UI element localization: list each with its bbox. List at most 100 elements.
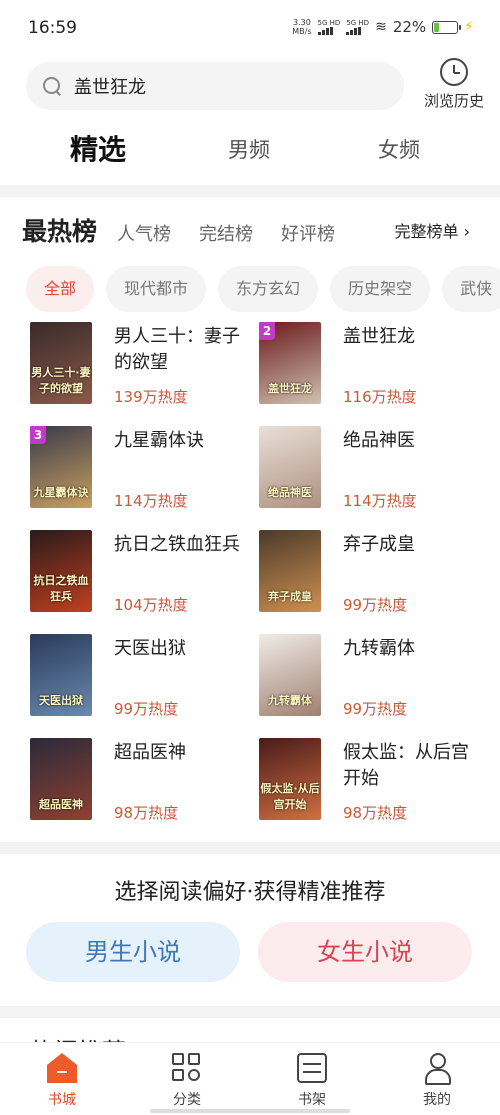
cover-title: 弃子成皇 (268, 590, 312, 603)
male-novels-button[interactable]: 男生小说 (26, 922, 240, 982)
book-heat: 99万热度 (114, 700, 179, 718)
user-icon (422, 1053, 452, 1085)
search-icon (42, 76, 62, 96)
category-chip[interactable]: 武侠 (442, 266, 500, 312)
category-chip[interactable]: 历史架空 (330, 266, 431, 312)
status-bar: 16:59 3.30 MB/s 5G HD 5G HD ≋ 22% ⚡ (0, 0, 500, 58)
nav-label: 书架 (298, 1092, 326, 1108)
cover-title: 盖世狂龙 (268, 382, 312, 395)
book-heat: 99万热度 (343, 596, 408, 614)
section-divider (0, 1006, 500, 1018)
book-title[interactable]: 绝品神医 (343, 428, 475, 454)
book-cover[interactable]: 假太监·从后宫开始 (259, 738, 321, 820)
home-indicator[interactable] (150, 1109, 350, 1113)
book-item[interactable]: 抗日之铁血狂兵 抗日之铁血狂兵 104万热度 (26, 530, 261, 622)
book-item[interactable]: 九转霸体 九转霸体 99万热度 (255, 634, 490, 726)
status-icons: 3.30 MB/s 5G HD 5G HD ≋ 22% ⚡ (292, 18, 474, 36)
book-cover[interactable]: 超品医神 (30, 738, 92, 820)
search-input[interactable]: 盖世狂龙 (26, 62, 404, 110)
book-title[interactable]: 假太监：从后宫开始 (343, 740, 475, 792)
network-speed-unit: MB/s (292, 27, 312, 36)
book-title[interactable]: 九星霸体诀 (114, 428, 246, 454)
network-speed-value: 3.30 (293, 18, 311, 27)
book-item[interactable]: 弃子成皇 弃子成皇 99万热度 (255, 530, 490, 622)
cover-title: 假太监·从后宫开始 (260, 782, 320, 811)
cover-title: 超品医神 (39, 798, 83, 811)
section-divider (0, 185, 500, 197)
signal-icon: 5G HD (346, 19, 369, 35)
book-title[interactable]: 超品医神 (114, 740, 246, 766)
tab-completed[interactable]: 完结榜 (199, 220, 253, 246)
section-divider (0, 842, 500, 854)
rank-badge: 2 (259, 322, 275, 340)
book-heat: 114万热度 (114, 492, 188, 510)
book-cover[interactable]: 绝品神医 (259, 426, 321, 508)
cover-title: 男人三十·妻子的欲望 (31, 366, 91, 395)
full-list-link[interactable]: 完整榜单 › (395, 218, 471, 242)
book-heat: 99万热度 (343, 700, 408, 718)
charging-icon: ⚡ (464, 19, 474, 35)
book-item[interactable]: 3 九星霸体诀 九星霸体诀 114万热度 (26, 426, 261, 518)
tab-featured[interactable]: 精选 (70, 128, 126, 168)
status-time: 16:59 (28, 18, 77, 38)
nav-bookstore[interactable]: 书城 (22, 1053, 102, 1109)
book-cover[interactable]: 男人三十·妻子的欲望 (30, 322, 92, 404)
book-item[interactable]: 超品医神 超品医神 98万热度 (26, 738, 261, 830)
book-item[interactable]: 假太监·从后宫开始 假太监：从后宫开始 98万热度 (255, 738, 490, 830)
nav-label: 分类 (173, 1092, 201, 1108)
book-title[interactable]: 抗日之铁血狂兵 (114, 532, 246, 558)
clock-icon (440, 58, 468, 86)
book-title[interactable]: 天医出狱 (114, 636, 246, 662)
category-chip[interactable]: 东方玄幻 (218, 266, 319, 312)
book-title[interactable]: 九转霸体 (343, 636, 475, 662)
network-speed: 3.30 MB/s (292, 18, 311, 36)
cover-title: 绝品神医 (268, 486, 312, 499)
book-heat: 139万热度 (114, 388, 188, 406)
book-item[interactable]: 2 盖世狂龙 盖世狂龙 116万热度 (255, 322, 490, 414)
nav-label: 我的 (423, 1092, 451, 1108)
nav-category[interactable]: 分类 (147, 1053, 227, 1109)
search-query: 盖世狂龙 (74, 77, 146, 98)
preference-title: 选择阅读偏好·获得精准推荐 (114, 880, 386, 905)
nav-mine[interactable]: 我的 (397, 1053, 477, 1109)
nav-bookshelf[interactable]: 书架 (272, 1053, 352, 1109)
book-cover[interactable]: 弃子成皇 (259, 530, 321, 612)
tab-popularity[interactable]: 人气榜 (117, 220, 171, 246)
book-heat: 114万热度 (343, 492, 417, 510)
book-item[interactable]: 天医出狱 天医出狱 99万热度 (26, 634, 261, 726)
book-item[interactable]: 绝品神医 绝品神医 114万热度 (255, 426, 490, 518)
book-item[interactable]: 男人三十·妻子的欲望 男人三十：妻子的欲望 139万热度 (26, 322, 261, 414)
book-cover[interactable]: 天医出狱 (30, 634, 92, 716)
battery-percent: 22% (392, 18, 427, 36)
signal-icon: 5G HD (317, 19, 341, 35)
cover-title: 抗日之铁血狂兵 (33, 574, 89, 603)
ranking-title[interactable]: 最热榜 (22, 212, 97, 248)
category-chip[interactable]: 全部 (26, 266, 95, 312)
category-chip[interactable]: 现代都市 (106, 266, 207, 312)
category-chips: 全部 现代都市 东方玄幻 历史架空 武侠 (26, 266, 500, 312)
home-icon (47, 1053, 77, 1083)
browse-history-button[interactable]: 浏览历史 (418, 58, 490, 111)
book-cover[interactable]: 3 九星霸体诀 (30, 426, 92, 508)
book-cover[interactable]: 2 盖世狂龙 (259, 322, 321, 404)
book-cover[interactable]: 抗日之铁血狂兵 (30, 530, 92, 612)
book-cover[interactable]: 九转霸体 (259, 634, 321, 716)
tab-male[interactable]: 男频 (228, 134, 270, 164)
cover-title: 天医出狱 (39, 694, 83, 707)
book-heat: 98万热度 (114, 804, 179, 822)
tab-top-rated[interactable]: 好评榜 (281, 220, 335, 246)
book-heat: 116万热度 (343, 388, 417, 406)
book-heat: 98万热度 (343, 804, 408, 822)
wifi-icon: ≋ (375, 19, 387, 35)
cover-title: 九星霸体诀 (33, 486, 89, 499)
sim1-label: 5G HD (317, 19, 341, 27)
book-title[interactable]: 盖世狂龙 (343, 324, 475, 350)
channel-tabs: 精选 男频 女频 (0, 128, 500, 178)
nav-label: 书城 (48, 1092, 76, 1108)
female-novels-button[interactable]: 女生小说 (258, 922, 472, 982)
cover-title: 九转霸体 (268, 694, 312, 707)
book-title[interactable]: 男人三十：妻子的欲望 (114, 324, 246, 376)
tab-female[interactable]: 女频 (378, 134, 420, 164)
battery-icon (432, 20, 462, 34)
book-title[interactable]: 弃子成皇 (343, 532, 475, 558)
